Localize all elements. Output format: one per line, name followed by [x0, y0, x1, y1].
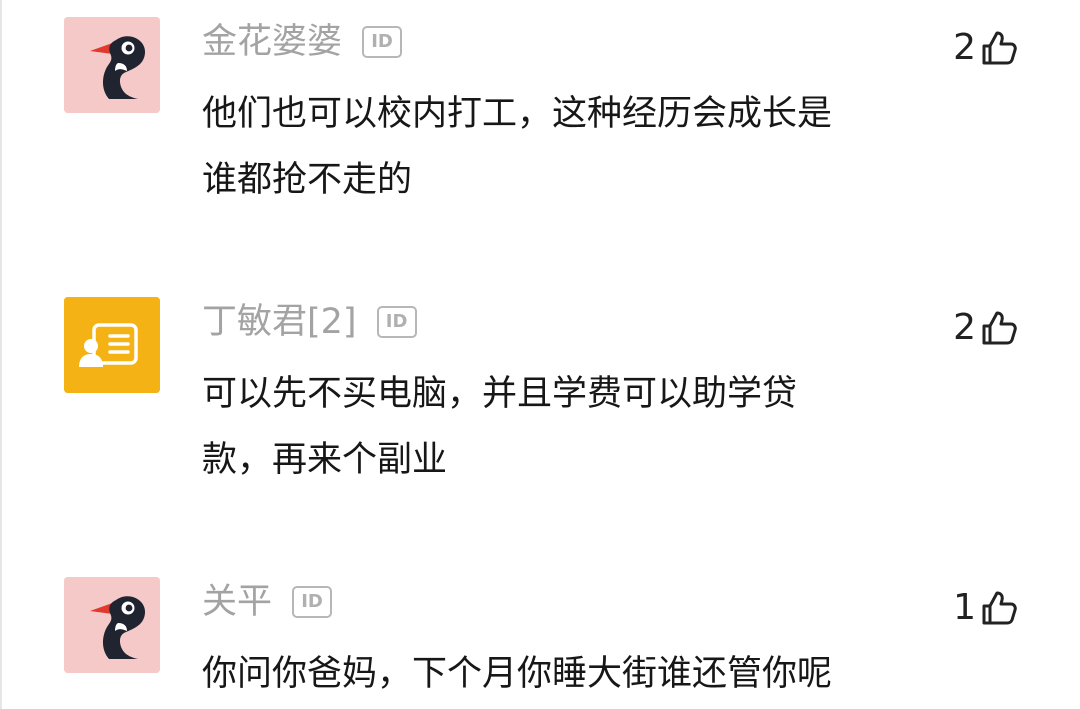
comment-list: 金花婆婆 ID 2 他们也可以校内打工，这种经历会成长是 谁都抢不走的 丁敏君[…: [0, 0, 1080, 709]
left-divider: [0, 0, 2, 709]
id-badge: ID: [362, 26, 403, 58]
comment-text: 你问你爸妈，下个月你睡大街谁还管你呢: [202, 654, 833, 694]
avatar[interactable]: [64, 297, 160, 393]
woodpecker-icon: [64, 17, 160, 113]
like-count: 2: [953, 27, 976, 68]
username[interactable]: 金花婆婆: [202, 19, 342, 65]
comment-text: 可以先不买电脑，并且学费可以助学贷 款，再来个副业: [202, 374, 798, 480]
username[interactable]: 丁敏君[2]: [202, 299, 357, 345]
like-button[interactable]: 2: [953, 305, 1018, 351]
like-button[interactable]: 1: [953, 585, 1018, 631]
name-row: 丁敏君[2] ID: [202, 299, 417, 345]
avatar[interactable]: [64, 577, 160, 673]
like-count: 2: [953, 307, 976, 348]
avatar[interactable]: [64, 17, 160, 113]
like-count: 1: [953, 587, 976, 628]
id-card-icon: [64, 297, 160, 393]
thumbs-up-icon[interactable]: [980, 589, 1018, 627]
thumbs-up-icon[interactable]: [980, 309, 1018, 347]
username[interactable]: 关平: [202, 579, 272, 625]
woodpecker-icon: [64, 577, 160, 673]
id-badge: ID: [376, 306, 417, 338]
thumbs-up-icon[interactable]: [980, 29, 1018, 67]
comment-text: 他们也可以校内打工，这种经历会成长是 谁都抢不走的: [202, 94, 833, 200]
like-button[interactable]: 2: [953, 25, 1018, 71]
name-row: 金花婆婆 ID: [202, 19, 403, 65]
id-badge: ID: [292, 586, 333, 618]
name-row: 关平 ID: [202, 579, 333, 625]
